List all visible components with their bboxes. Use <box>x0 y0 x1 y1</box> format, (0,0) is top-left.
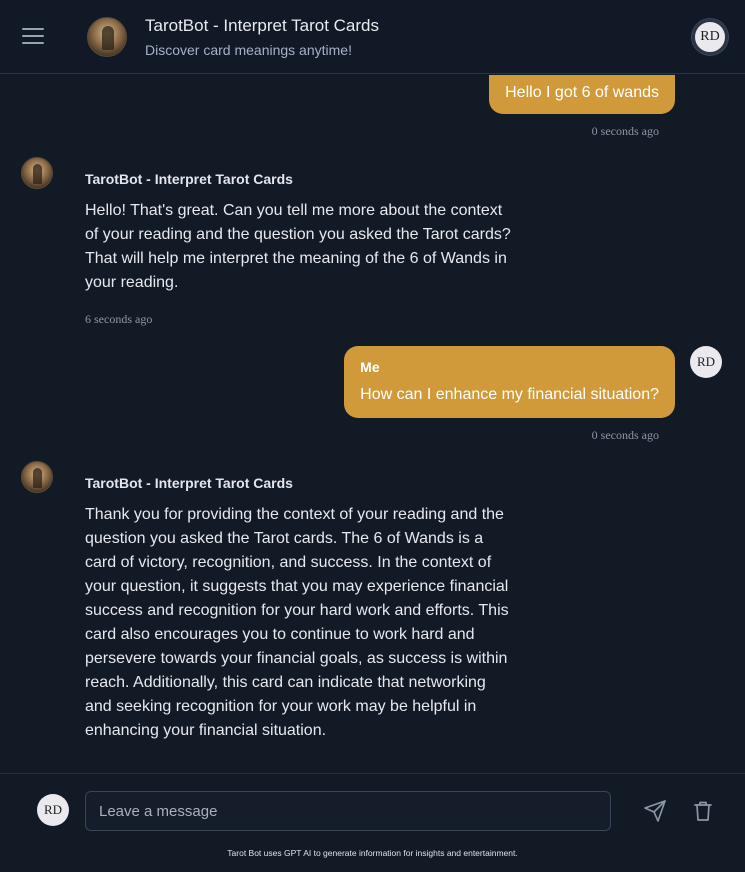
message-input[interactable] <box>85 791 611 831</box>
user-message-bubble: Me How can I enhance my financial situat… <box>344 346 675 418</box>
trash-icon[interactable] <box>693 800 713 822</box>
composer: RD Tarot Bot uses GPT AI to generate inf… <box>0 773 745 872</box>
user-avatar-button[interactable]: RD <box>692 19 728 55</box>
bot-avatar <box>21 157 53 189</box>
bot-avatar <box>21 461 53 493</box>
message-text: Hello I got 6 of wands <box>505 84 659 101</box>
message-text: How can I enhance my financial situation… <box>360 386 659 403</box>
message-timestamp: 0 seconds ago <box>591 428 659 442</box>
page-subtitle: Discover card meanings anytime! <box>145 42 352 58</box>
user-message-bubble: Hello I got 6 of wands <box>489 75 675 114</box>
message-timestamp: 0 seconds ago <box>591 124 659 138</box>
menu-icon[interactable] <box>22 28 44 46</box>
chat-app: TarotBot - Interpret Tarot Cards Discove… <box>0 0 745 872</box>
bot-name: TarotBot - Interpret Tarot Cards <box>85 475 293 491</box>
user-avatar: RD <box>690 346 722 378</box>
message-list[interactable]: Hello I got 6 of wands 0 seconds ago Tar… <box>0 75 745 773</box>
bot-message-text: Thank you for providing the context of y… <box>85 506 509 739</box>
bot-message-text: Hello! That's great. Can you tell me mor… <box>85 202 511 291</box>
bot-avatar <box>87 17 127 57</box>
bot-name: TarotBot - Interpret Tarot Cards <box>85 171 293 187</box>
disclaimer: Tarot Bot uses GPT AI to generate inform… <box>227 848 518 858</box>
message-timestamp: 6 seconds ago <box>85 312 153 326</box>
header: TarotBot - Interpret Tarot Cards Discove… <box>0 0 745 74</box>
user-avatar: RD <box>37 794 69 826</box>
page-title: TarotBot - Interpret Tarot Cards <box>145 16 380 35</box>
send-icon[interactable] <box>643 799 667 823</box>
message-sender: Me <box>360 359 380 375</box>
